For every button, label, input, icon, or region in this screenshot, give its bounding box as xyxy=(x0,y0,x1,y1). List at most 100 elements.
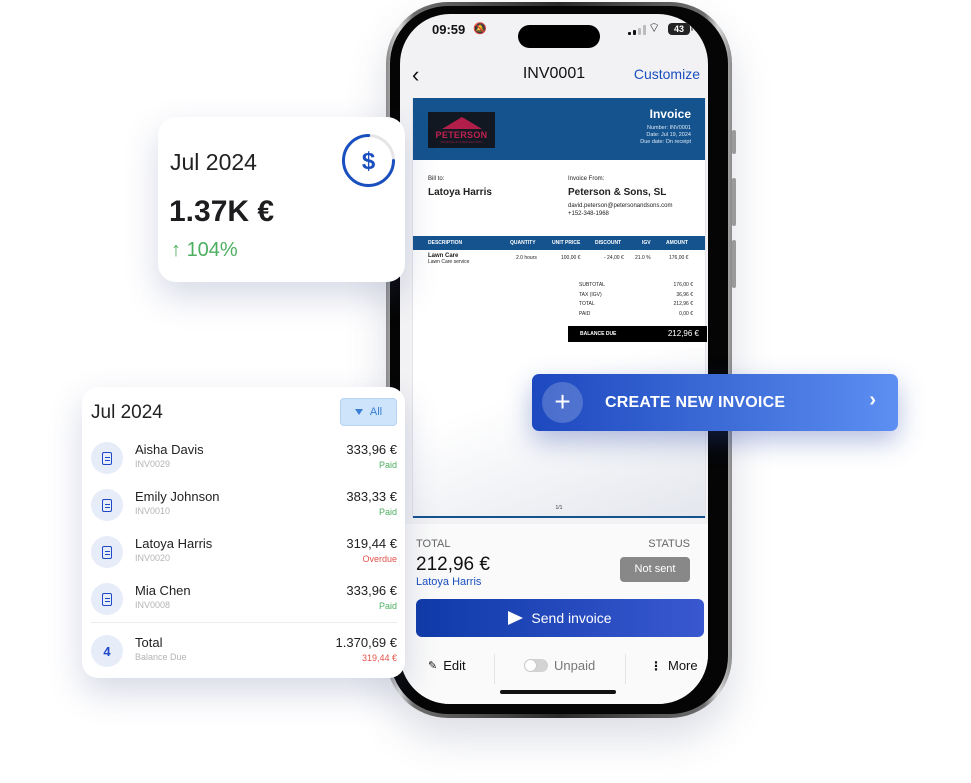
item-amount: 176,00 € xyxy=(669,255,689,261)
more-label: More xyxy=(668,658,698,673)
document-icon-badge xyxy=(91,536,123,568)
total-label: TOTAL xyxy=(416,538,451,550)
arrow-up-icon: ↑ xyxy=(171,239,181,261)
edit-button[interactable]: ✎ Edit xyxy=(428,658,466,673)
paid-toggle[interactable]: Unpaid xyxy=(524,658,595,673)
dynamic-island xyxy=(518,25,600,48)
list-item[interactable]: Latoya Harris INV0020 319,44 € Overdue xyxy=(82,533,405,577)
invoice-count: 4 xyxy=(103,643,111,659)
page-divider xyxy=(413,516,705,518)
divider xyxy=(625,654,626,684)
totals-row: PAID 0,00 € xyxy=(579,311,693,321)
total-row: 4 Total Balance Due 1.370,69 € 319,44 € xyxy=(82,632,405,676)
toggle-switch[interactable] xyxy=(524,659,548,672)
column-header: QUANTITY xyxy=(510,240,536,246)
totals-value: 36,96 € xyxy=(676,291,693,298)
page-number: 1/1 xyxy=(555,505,563,511)
edit-label: Edit xyxy=(443,658,466,673)
invoice-amount: 383,33 € xyxy=(346,489,397,504)
filter-label: All xyxy=(369,406,383,418)
logo-roof-icon xyxy=(442,117,482,129)
stat-value: 1.37K € xyxy=(169,195,275,228)
balance-due-value: 212,96 € xyxy=(667,329,699,338)
send-icon xyxy=(508,611,524,625)
total-value: 212,96 € xyxy=(416,554,490,575)
table-row: Lawn Care Lawn Care service 2.0 hours 10… xyxy=(413,251,705,273)
invoice-status: Paid xyxy=(378,601,397,611)
document-icon xyxy=(102,498,112,512)
count-badge: 4 xyxy=(91,635,123,667)
filter-button[interactable]: All xyxy=(340,398,397,426)
more-vertical-icon: ⋮ xyxy=(650,658,662,673)
phone-side-button xyxy=(732,178,736,226)
invoice-amount: 319,44 € xyxy=(346,536,397,551)
client-name: Emily Johnson xyxy=(135,489,220,504)
send-invoice-button[interactable]: Send invoice xyxy=(416,599,704,637)
totals-label: SUBTOTAL xyxy=(579,282,605,288)
item-quantity: 2.0 hours xyxy=(516,255,537,261)
invoice-status: Overdue xyxy=(362,554,397,564)
balance-due-bar: BALANCE DUE 212,96 € xyxy=(568,326,707,342)
invoice-from-label: Invoice From: xyxy=(568,176,605,182)
client-link[interactable]: Latoya Harris xyxy=(416,576,481,588)
invoice-summary-panel: TOTAL STATUS 212,96 € Latoya Harris Not … xyxy=(400,524,708,704)
pencil-icon: ✎ xyxy=(428,660,438,672)
bell-muted-icon: 🔕 xyxy=(473,23,487,35)
list-item[interactable]: Emily Johnson INV0010 383,33 € Paid xyxy=(82,486,405,530)
invoice-amount: 333,96 € xyxy=(346,583,397,598)
totals-value: 212,96 € xyxy=(673,301,693,307)
totals-value: 0,00 € xyxy=(679,310,693,317)
nav-bar: ‹ INV0001 Customize xyxy=(400,58,708,92)
invoice-preview[interactable]: PETERSON ROOFING & CONSTRUCTION Invoice … xyxy=(412,98,707,518)
item-discount: - 24,00 € xyxy=(604,255,624,261)
signal-icon xyxy=(628,25,646,35)
totals-label: TOTAL xyxy=(579,301,595,307)
stat-change-value: 104% xyxy=(186,239,238,261)
invoice-title: Invoice xyxy=(649,107,691,121)
document-icon xyxy=(102,451,112,465)
totals-label: TAX (IGV) xyxy=(579,291,602,298)
phone-mockup: 09:59 🔕 ⌔ 43 ‹ INV0001 Customize PETERSO… xyxy=(386,2,736,718)
totals-row: TOTAL 212,96 € xyxy=(579,301,693,311)
document-icon-badge xyxy=(91,489,123,521)
dollar-progress-ring: $ xyxy=(342,134,395,187)
home-indicator[interactable] xyxy=(500,690,616,694)
client-name: Aisha Davis xyxy=(135,442,204,457)
document-icon-badge xyxy=(91,583,123,615)
revenue-stat-card: Jul 2024 1.37K € ↑ 104% $ xyxy=(158,117,405,282)
list-item[interactable]: Mia Chen INV0008 333,96 € Paid xyxy=(82,580,405,624)
document-icon xyxy=(102,545,112,559)
client-name: Mia Chen xyxy=(135,583,191,598)
item-unit-price: 100,00 € xyxy=(561,255,581,261)
bill-to-label: Bill to: xyxy=(428,176,445,182)
customize-link[interactable]: Customize xyxy=(634,66,700,82)
filter-icon xyxy=(354,409,363,415)
invoice-totals: SUBTOTAL 176,00 € TAX (IGV) 36,96 € TOTAL 2… xyxy=(579,282,693,320)
divider xyxy=(494,654,495,684)
status-badge: Not sent xyxy=(620,557,690,582)
items-table-header: DESCRIPTION QUANTITY UNIT PRICE DISCOUNT… xyxy=(413,236,705,250)
balance-due-label: BALANCE DUE xyxy=(580,331,617,337)
logo-name: PETERSON xyxy=(435,130,488,140)
phone-side-button xyxy=(732,130,736,154)
create-new-invoice-button[interactable]: + CREATE NEW INVOICE › xyxy=(532,374,898,431)
total-balance-due: 319,44 € xyxy=(361,653,397,663)
create-new-invoice-label: CREATE NEW INVOICE xyxy=(605,394,786,411)
column-header: DISCOUNT xyxy=(595,240,622,246)
client-name: Latoya Harris xyxy=(135,536,213,551)
more-button[interactable]: ⋮ More xyxy=(650,658,698,673)
stat-month: Jul 2024 xyxy=(170,149,257,175)
paid-toggle-label: Unpaid xyxy=(554,658,596,673)
totals-value: 176,00 € xyxy=(673,282,693,288)
battery-icon: 43 xyxy=(668,23,693,35)
invoice-id: INV0020 xyxy=(135,553,171,563)
item-igv: 21.0 % xyxy=(635,255,651,261)
totals-row: TAX (IGV) 36,96 € xyxy=(579,292,693,302)
invoice-from-email: david.peterson@petersonandsons.com xyxy=(568,203,673,209)
bill-to-name: Latoya Harris xyxy=(428,187,492,198)
invoice-status: Paid xyxy=(378,507,397,517)
invoice-from-phone: +152-348-1968 xyxy=(568,211,609,217)
list-item[interactable]: Aisha Davis INV0029 333,96 € Paid xyxy=(82,439,405,483)
phone-screen: 09:59 🔕 ⌔ 43 ‹ INV0001 Customize PETERSO… xyxy=(400,14,708,704)
invoice-list-card: Jul 2024 All Aisha Davis INV0029 333,96 … xyxy=(82,387,405,678)
